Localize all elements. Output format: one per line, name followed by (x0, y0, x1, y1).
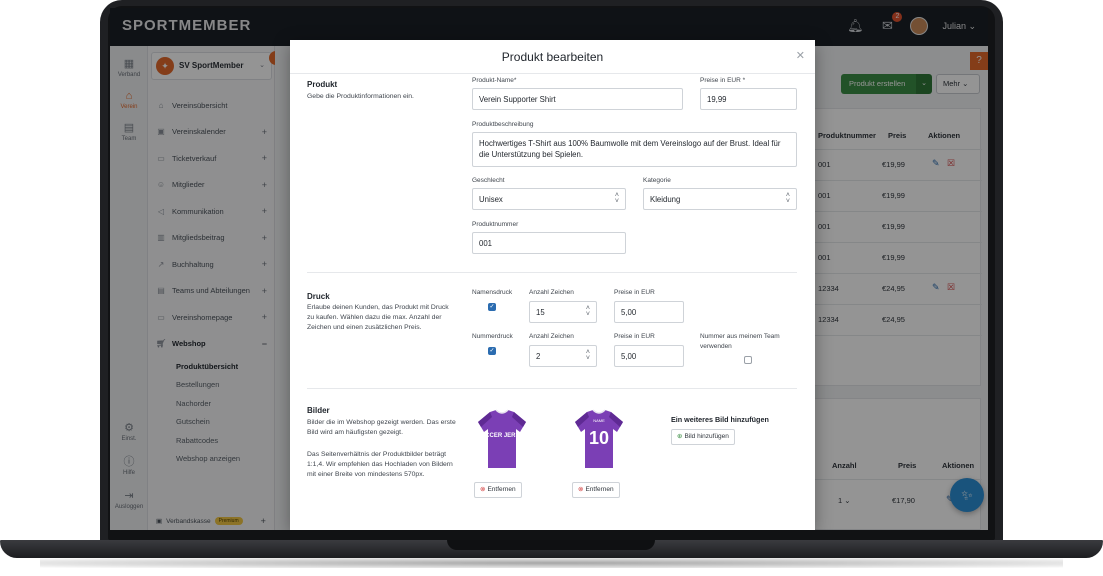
select-arrows-icon: ˄ ˅ (614, 192, 619, 205)
number-price-input[interactable]: 5,00 (614, 345, 684, 367)
remove-image-2-button[interactable]: ⊗ Entfernen (572, 482, 620, 498)
label-description: Produktbeschreibung (472, 121, 534, 128)
plus-circle-icon: ⊕ (677, 433, 683, 440)
divider (307, 272, 797, 273)
screen: SPORTMEMBER 🔔︎ ✉ 2 Julian ⌄ ▦ Verband ⌂ Ver… (110, 8, 988, 530)
stepper-arrows-icon[interactable]: ˄ ˅ (586, 349, 590, 362)
label-category: Kategorie (643, 177, 671, 184)
jersey-2-name-text: NAME (593, 418, 605, 423)
label-product-name: Produkt-Name* (472, 77, 517, 84)
section-desc-bilder-1: Bilder die im Webshop gezeigt werden. Da… (307, 419, 456, 436)
number-chars-stepper[interactable]: 2 ˄ ˅ (529, 345, 597, 367)
laptop-shadow (40, 558, 1063, 568)
label-name-price: Preise in EUR (614, 289, 655, 296)
laptop-notch (447, 540, 655, 550)
number-print-checkbox[interactable]: ✓ (488, 347, 496, 355)
jersey-image-2[interactable]: NAME 10 (573, 408, 625, 470)
jersey-2-number-text: 10 (589, 428, 609, 448)
label-number-chars: Anzahl Zeichen (529, 333, 574, 340)
description-textarea[interactable]: Hochwertiges T-Shirt aus 100% Baumwolle … (472, 132, 797, 167)
gender-select[interactable]: Unisex ˄ ˅ (472, 188, 626, 210)
select-arrows-icon: ˄ ˅ (785, 192, 790, 205)
team-numbers-checkbox[interactable] (744, 356, 752, 364)
label-name-chars: Anzahl Zeichen (529, 289, 574, 296)
jersey-image-1[interactable]: SOCCER JERSEY (476, 408, 528, 470)
modal-header: Produkt bearbeiten ✕ (290, 40, 815, 74)
name-price-input[interactable]: 5,00 (614, 301, 684, 323)
remove-image-1-button[interactable]: ⊗ Entfernen (474, 482, 522, 498)
label-product-number: Produktnummer (472, 221, 519, 228)
label-name-print: Namensdruck (472, 289, 513, 296)
laptop-stage: SPORTMEMBER 🔔︎ ✉ 2 Julian ⌄ ▦ Verband ⌂ Ver… (0, 0, 1103, 576)
remove-icon: ⊗ (480, 486, 486, 493)
product-number-input[interactable]: 001 (472, 232, 626, 254)
divider (307, 388, 797, 389)
price-input[interactable]: 19,99 (700, 88, 797, 110)
add-image-button[interactable]: ⊕ Bild hinzufügen (671, 429, 735, 445)
edit-product-modal: Produkt bearbeiten ✕ Produkt Gebe die Pr… (290, 40, 815, 530)
product-name-input[interactable]: Verein Supporter Shirt (472, 88, 683, 110)
label-price: Preise in EUR * (700, 77, 746, 84)
label-number-print: Nummerdruck (472, 333, 513, 340)
remove-icon: ⊗ (578, 486, 584, 493)
name-print-checkbox[interactable]: ✓ (488, 303, 496, 311)
section-title-produkt: Produkt (307, 80, 338, 89)
section-desc-bilder-2: Das Seitenverhältnis der Produktbilder b… (307, 451, 453, 478)
section-title-bilder: Bilder (307, 406, 330, 415)
category-select[interactable]: Kleidung ˄ ˅ (643, 188, 797, 210)
section-desc-druck: Erlaube deinen Kunden, das Produkt mit D… (307, 304, 449, 331)
label-number-price: Preise in EUR (614, 333, 655, 340)
modal-title: Produkt bearbeiten (501, 50, 604, 64)
jersey-1-print-text: SOCCER JERSEY (476, 433, 527, 439)
section-title-druck: Druck (307, 292, 330, 301)
name-chars-stepper[interactable]: 15 ˄ ˅ (529, 301, 597, 323)
section-desc-produkt: Gebe die Produktinformationen ein. (307, 93, 414, 100)
label-team-numbers: Nummer aus meinem Team verwenden (700, 333, 780, 350)
add-image-title: Ein weiteres Bild hinzufügen (671, 415, 769, 424)
label-gender: Geschlecht (472, 177, 505, 184)
stepper-arrows-icon[interactable]: ˄ ˅ (586, 305, 590, 318)
close-icon[interactable]: ✕ (796, 49, 805, 62)
